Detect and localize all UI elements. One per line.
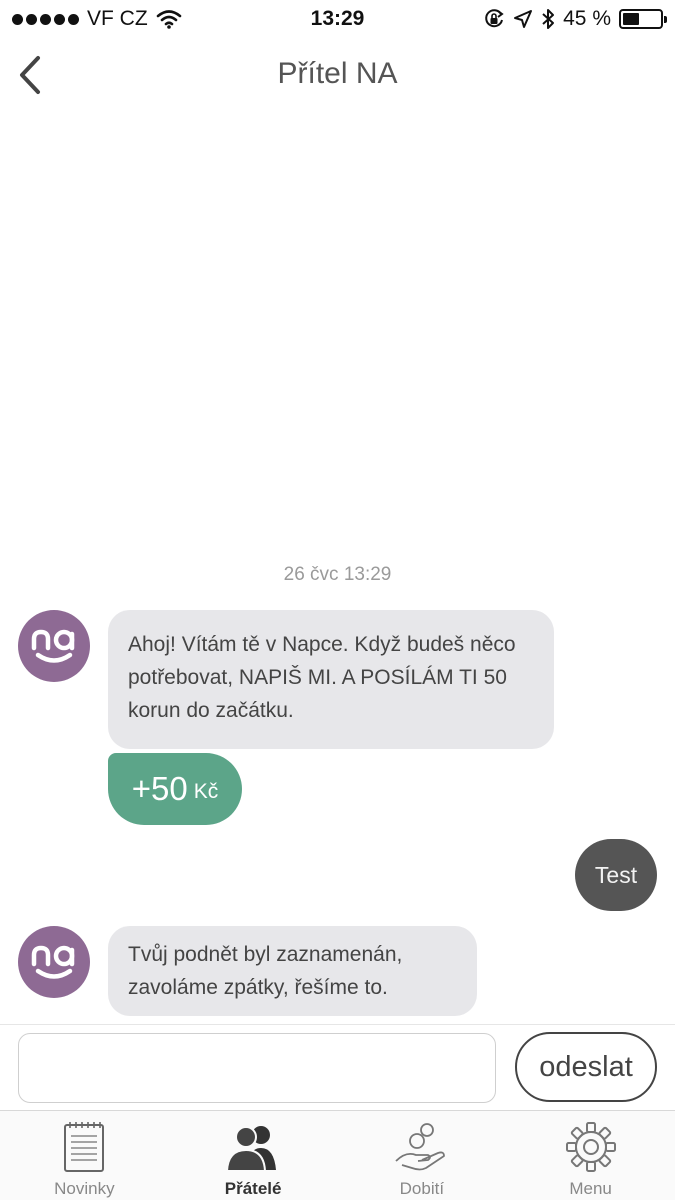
tab-label: Menu (569, 1179, 612, 1198)
location-icon (514, 10, 533, 28)
credit-unit: Kč (193, 780, 219, 803)
tab-novinky[interactable]: Novinky (0, 1111, 169, 1200)
people-icon (226, 1126, 277, 1172)
rotation-lock-icon (485, 9, 504, 28)
message-bubble-incoming: Ahoj! Vítám tě v Napce. Když budeš něco … (108, 610, 554, 749)
message-bubble-incoming: Tvůj podnět byl zaznamenán, zavoláme zpá… (108, 926, 477, 1016)
status-right: 45 % (483, 6, 667, 32)
message-bubble-outgoing: Test (575, 839, 657, 911)
message-input[interactable] (18, 1033, 496, 1103)
tab-dobiti[interactable]: Dobití (338, 1111, 507, 1200)
status-bar: VF CZ 13:29 45 % (0, 0, 675, 40)
gear-icon (565, 1122, 616, 1172)
tab-pratele[interactable]: Přátelé (169, 1111, 338, 1200)
tab-label: Dobití (399, 1179, 445, 1198)
chat-thread[interactable]: 26 čvc 13:29 Ahoj! Vítám tě v Napce. Kdy… (0, 112, 675, 1024)
na-logo-icon (31, 629, 75, 663)
compose-bar: odeslat (0, 1024, 675, 1110)
hand-coins-icon (395, 1123, 445, 1171)
avatar (18, 926, 90, 998)
notepad-icon (64, 1122, 105, 1172)
bluetooth-icon (542, 9, 555, 29)
nav-header: Přítel NA (0, 40, 675, 112)
chat-date: 26 čvc 13:29 (283, 564, 392, 585)
na-logo-icon (31, 945, 75, 979)
send-button[interactable]: odeslat (515, 1032, 657, 1102)
tab-label: Novinky (54, 1179, 115, 1198)
battery-level (623, 13, 640, 25)
tab-label: Přátelé (224, 1179, 282, 1198)
credit-badge: +50 Kč (108, 753, 242, 825)
credit-amount: +50 (131, 770, 188, 807)
page-title: Přítel NA (277, 57, 398, 90)
avatar (18, 610, 90, 682)
battery-icon (619, 9, 667, 29)
tab-bar: Novinky Přátelé Dobití Menu (0, 1110, 675, 1200)
battery-percent: 45 % (563, 7, 611, 30)
tab-menu[interactable]: Menu (506, 1111, 675, 1200)
